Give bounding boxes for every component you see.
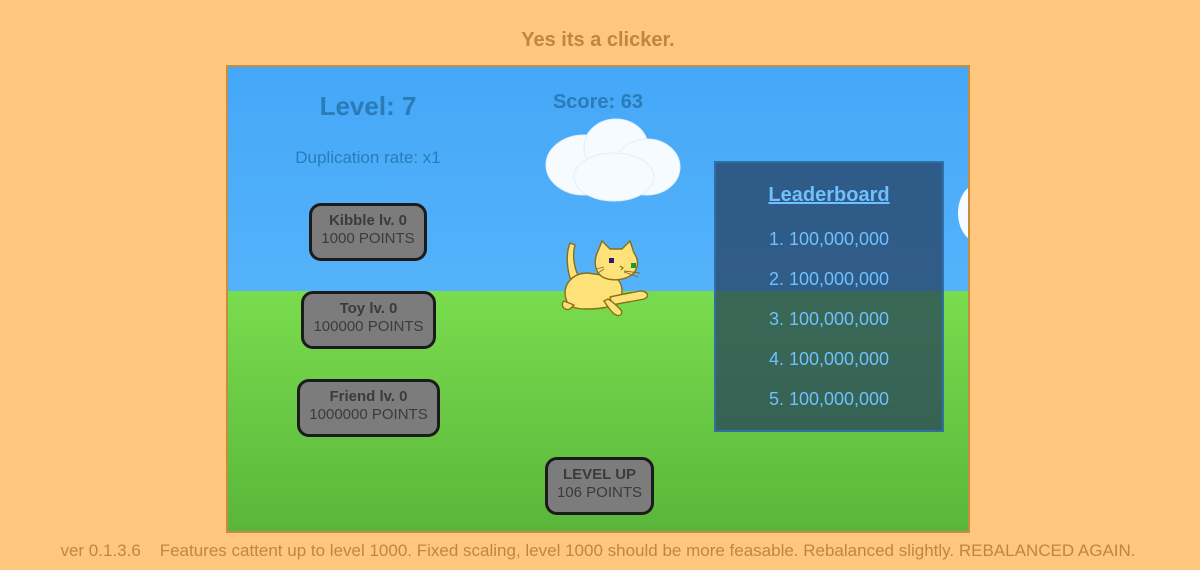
cloud-icon: [545, 118, 681, 202]
button-cost: 100000 POINTS: [313, 318, 424, 335]
level-display: Level: 7: [319, 91, 417, 121]
game-canvas[interactable]: Level: 7 Score: 63 Duplication rate: x1 …: [226, 65, 970, 533]
button-name: Friend lv. 0: [329, 388, 408, 405]
leaderboard-entry: 3. 100,000,000: [768, 309, 890, 329]
score-display: Score: 63: [552, 91, 644, 113]
button-cost: 1000 POINTS: [321, 230, 415, 247]
friend-upgrade-button[interactable]: Friend lv. 0 1000000 POINTS: [297, 379, 440, 437]
page-title: Yes its a clicker.: [521, 29, 675, 51]
button-cost: 106 POINTS: [556, 484, 643, 501]
leaderboard-entry: 5. 100,000,000: [768, 389, 890, 409]
leaderboard-entry: 2. 100,000,000: [768, 269, 890, 289]
button-cost: 1000000 POINTS: [309, 406, 428, 423]
button-name: Toy lv. 0: [339, 300, 398, 317]
button-name: LEVEL UP: [562, 466, 637, 483]
duplication-rate: Duplication rate: x1: [295, 148, 441, 167]
cat-icon[interactable]: [560, 239, 656, 319]
kibble-upgrade-button[interactable]: Kibble lv. 0 1000 POINTS: [309, 203, 427, 261]
leaderboard-entry: 1. 100,000,000: [768, 229, 890, 249]
cloud-icon: [958, 187, 968, 239]
version-notes: ver 0.1.3.6 Features cattent up to level…: [60, 541, 1136, 560]
toy-upgrade-button[interactable]: Toy lv. 0 100000 POINTS: [301, 291, 436, 349]
button-name: Kibble lv. 0: [328, 212, 408, 229]
leaderboard-title: Leaderboard: [768, 184, 890, 206]
leaderboard-panel: Leaderboard 1. 100,000,000 2. 100,000,00…: [714, 161, 944, 432]
level-up-button[interactable]: LEVEL UP 106 POINTS: [545, 457, 654, 515]
leaderboard-entry: 4. 100,000,000: [768, 349, 890, 369]
